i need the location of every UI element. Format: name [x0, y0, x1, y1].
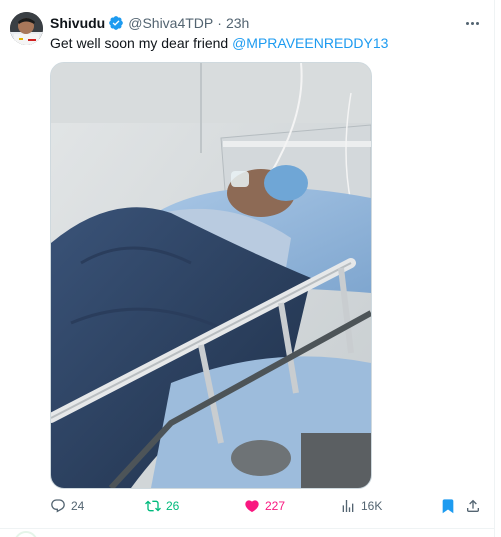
heart-filled-icon [245, 500, 259, 513]
retweet-button[interactable]: 26 [145, 496, 179, 516]
share-icon [467, 499, 479, 512]
next-tweet-avatar[interactable] [14, 531, 38, 537]
share-button[interactable] [464, 496, 482, 516]
more-horizontal-icon[interactable] [462, 14, 482, 32]
tweet-actions: 24 26 227 16K [50, 496, 484, 516]
reply-icon [51, 499, 65, 513]
column-border [494, 0, 495, 537]
views-chart-icon [342, 500, 354, 512]
bookmark-button[interactable] [439, 496, 457, 516]
reply-button[interactable]: 24 [50, 496, 84, 516]
retweet-icon [145, 500, 161, 512]
verified-badge-icon [108, 15, 124, 31]
display-name[interactable]: Shivudu [50, 15, 105, 31]
avatar[interactable] [10, 12, 43, 45]
tweet-text: Get well soon my dear friend @MPRAVEENRE… [50, 34, 388, 52]
tweet-text-body: Get well soon my dear friend [50, 35, 233, 51]
user-handle[interactable]: @Shiva4TDP [128, 15, 213, 31]
tweet-card[interactable]: Shivudu @Shiva4TDP · 23h Get well soon m… [0, 0, 494, 529]
reply-count: 24 [71, 499, 85, 513]
tweet-photo[interactable] [50, 62, 372, 489]
header-separator: · [217, 15, 222, 31]
mention-link[interactable]: @MPRAVEENREDDY13 [232, 35, 388, 51]
tweet-timestamp[interactable]: 23h [226, 15, 249, 31]
timeline-page: Shivudu @Shiva4TDP · 23h Get well soon m… [0, 0, 501, 537]
retweet-count: 26 [166, 499, 180, 513]
hospital-photo [51, 63, 371, 488]
bookmark-filled-icon [442, 499, 454, 514]
like-count: 227 [265, 499, 286, 513]
views-button[interactable]: 16K [340, 496, 382, 516]
tweet-header: Shivudu @Shiva4TDP · 23h [50, 14, 249, 32]
views-count: 16K [361, 499, 383, 513]
like-button[interactable]: 227 [244, 496, 285, 516]
